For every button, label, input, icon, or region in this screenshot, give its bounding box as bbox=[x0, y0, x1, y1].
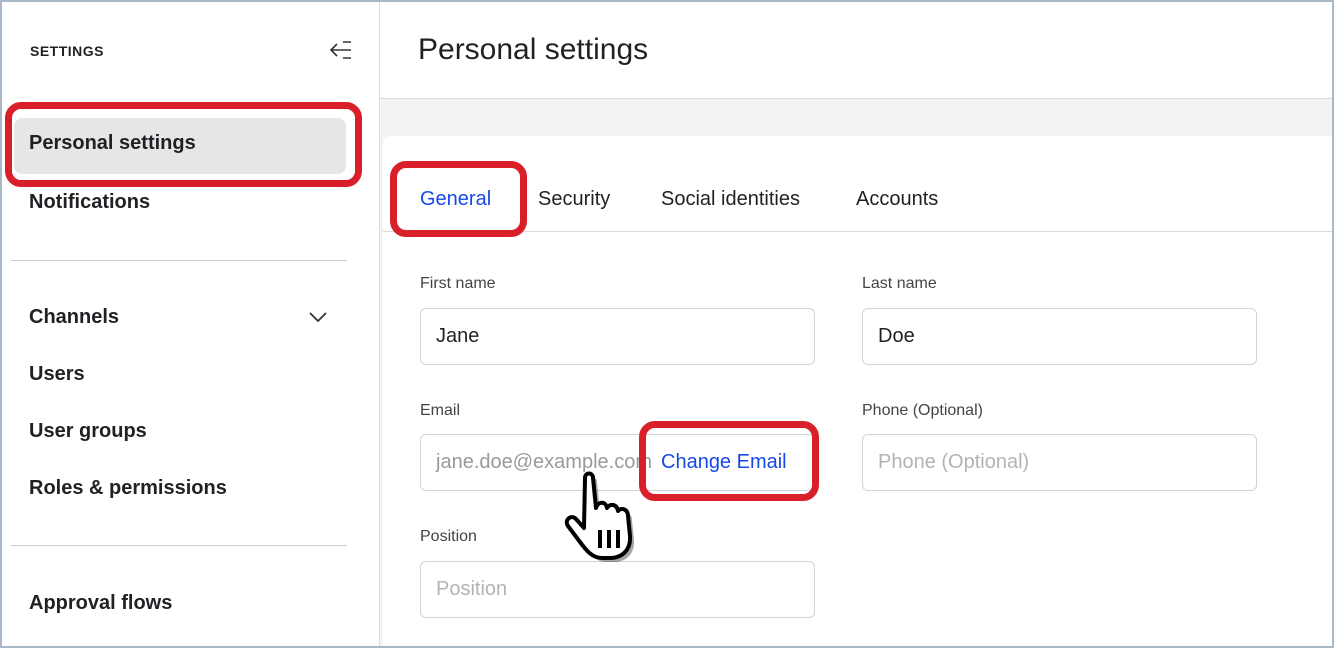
page-title: Personal settings bbox=[418, 33, 649, 66]
sidebar-title: SETTINGS bbox=[30, 43, 105, 59]
sidebar-item-roles-permissions[interactable]: Roles & permissions bbox=[29, 477, 227, 500]
collapse-sidebar-icon[interactable] bbox=[329, 38, 353, 62]
first-name-label: First name bbox=[420, 275, 496, 292]
hand-pointer-cursor-icon bbox=[564, 471, 635, 562]
tab-general[interactable]: General bbox=[420, 188, 491, 211]
phone-label: Phone (Optional) bbox=[862, 402, 983, 419]
change-email-button[interactable]: Change Email bbox=[661, 451, 787, 474]
position-input[interactable]: Position bbox=[420, 561, 815, 618]
chevron-down-icon[interactable] bbox=[308, 310, 328, 324]
tab-accounts[interactable]: Accounts bbox=[856, 188, 938, 211]
phone-input[interactable]: Phone (Optional) bbox=[862, 434, 1257, 491]
position-label: Position bbox=[420, 528, 477, 545]
first-name-input[interactable]: Jane bbox=[420, 308, 815, 365]
last-name-input[interactable]: Doe bbox=[862, 308, 1257, 365]
sidebar: SETTINGS Personal settings Notifications… bbox=[0, 0, 380, 648]
tab-security[interactable]: Security bbox=[538, 188, 610, 211]
sidebar-item-channels[interactable]: Channels bbox=[29, 306, 119, 329]
sidebar-item-notifications[interactable]: Notifications bbox=[29, 191, 150, 214]
tab-social-identities[interactable]: Social identities bbox=[661, 188, 800, 211]
sidebar-item-personal-settings[interactable]: Personal settings bbox=[14, 118, 346, 174]
page-header: Personal settings bbox=[380, 0, 1334, 99]
email-label: Email bbox=[420, 402, 461, 419]
sidebar-divider bbox=[11, 545, 347, 546]
sidebar-item-approval-flows[interactable]: Approval flows bbox=[29, 592, 172, 615]
tab-bar-divider bbox=[383, 231, 1334, 232]
sidebar-divider bbox=[11, 260, 347, 261]
last-name-label: Last name bbox=[862, 275, 937, 292]
sidebar-item-users[interactable]: Users bbox=[29, 363, 85, 386]
sidebar-item-user-groups[interactable]: User groups bbox=[29, 420, 147, 443]
